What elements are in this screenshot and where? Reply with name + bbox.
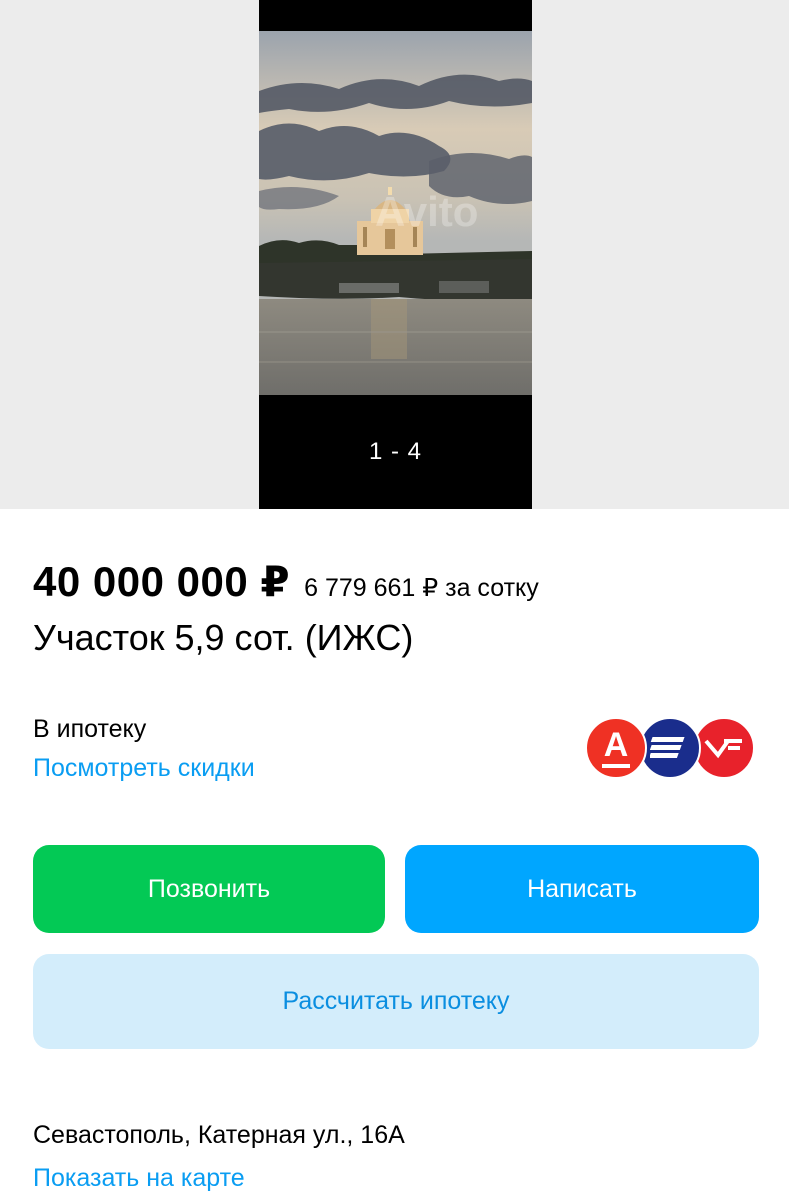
show-on-map-link[interactable]: Показать на карте xyxy=(33,1164,245,1193)
write-button[interactable]: Написать xyxy=(405,845,759,933)
photo-counter: 1 - 4 xyxy=(368,438,423,465)
address: Севастополь, Катерная ул., 16А xyxy=(33,1121,405,1149)
photo-frame[interactable]: Avito 1 - 4 xyxy=(259,0,532,509)
partner-banks[interactable]: А xyxy=(585,717,757,783)
calculate-mortgage-button[interactable]: Рассчитать ипотеку xyxy=(33,954,759,1049)
otkritie-bank-logo xyxy=(639,717,701,779)
avito-watermark: Avito xyxy=(375,188,478,235)
photo-gallery[interactable]: Avito 1 - 4 xyxy=(0,0,789,509)
view-discounts-link[interactable]: Посмотреть скидки xyxy=(33,754,255,783)
pochta-bank-logo xyxy=(693,717,755,779)
price-per-unit: 6 779 661 ₽ за сотку xyxy=(304,574,539,602)
call-button[interactable]: Позвонить xyxy=(33,845,385,933)
listing-photo[interactable]: Avito xyxy=(259,31,532,395)
alfa-bank-logo: А xyxy=(585,717,647,779)
mortgage-label: В ипотеку xyxy=(33,715,147,743)
price-row: 40 000 000 ₽ 6 779 661 ₽ за сотку xyxy=(33,557,539,606)
price: 40 000 000 ₽ xyxy=(33,558,291,605)
listing-info: 40 000 000 ₽ 6 779 661 ₽ за сотку Участо… xyxy=(0,509,789,1200)
alfa-bank-letter: А xyxy=(601,728,631,768)
listing-title: Участок 5,9 сот. (ИЖС) xyxy=(33,617,414,658)
